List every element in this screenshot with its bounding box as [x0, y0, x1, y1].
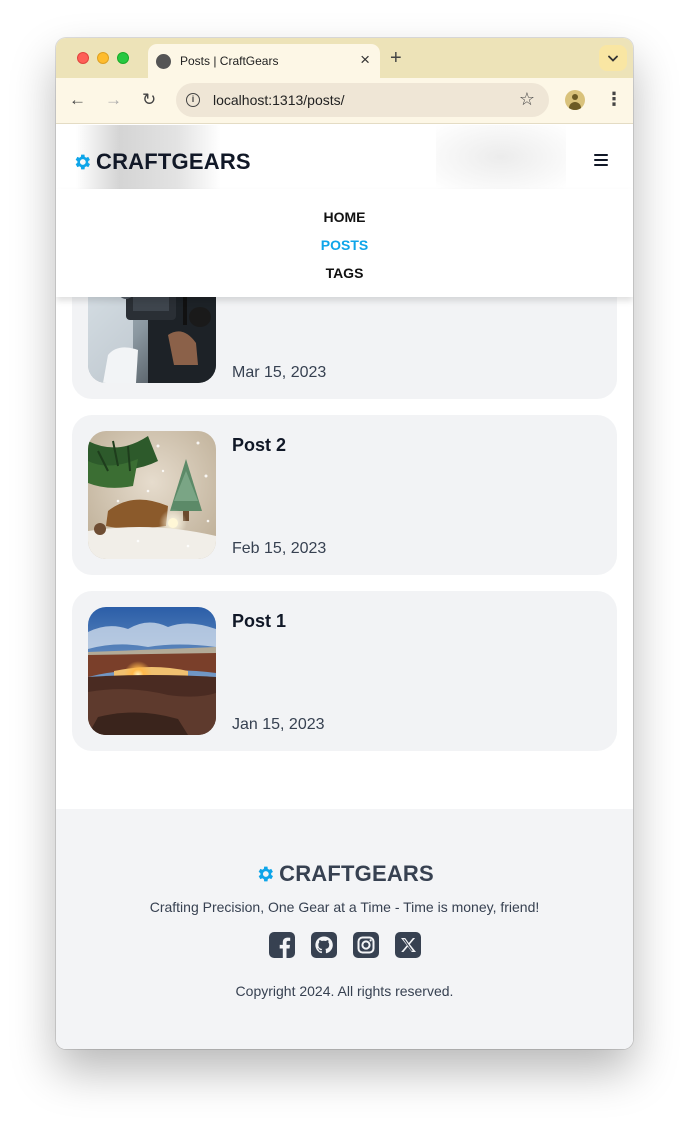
browser-tab[interactable]: Posts | CraftGears ×	[148, 44, 380, 78]
post-card[interactable]: Post 2 Feb 15, 2023	[72, 415, 617, 575]
bookmark-star-icon[interactable]: ☆	[519, 89, 535, 110]
tab-close-icon[interactable]: ×	[360, 50, 370, 70]
nav-tags[interactable]: TAGS	[56, 265, 633, 281]
post-card[interactable]: Post 1 Jan 15, 2023	[72, 591, 617, 751]
tab-search-dropdown-icon[interactable]	[599, 45, 627, 71]
nav-home[interactable]: HOME	[56, 209, 633, 225]
brand-text: CRAFTGEARS	[96, 149, 251, 174]
github-icon[interactable]	[310, 931, 338, 959]
site-info-icon[interactable]: i	[186, 93, 200, 107]
url-text[interactable]: localhost:1313/posts/	[213, 92, 345, 108]
minimize-window-button[interactable]	[97, 52, 109, 64]
header-backdrop-blur	[436, 125, 566, 189]
post-title[interactable]: Post 1	[232, 611, 286, 632]
new-tab-button[interactable]: +	[390, 46, 402, 70]
nav-posts[interactable]: POSTS	[56, 237, 633, 253]
tab-strip: Posts | CraftGears × +	[56, 38, 633, 78]
profile-avatar-icon[interactable]	[565, 90, 585, 110]
address-bar[interactable]: i localhost:1313/posts/ ☆	[176, 83, 549, 117]
gear-icon	[258, 866, 274, 882]
facebook-icon[interactable]	[268, 931, 296, 959]
copyright-text: Copyright 2024. All rights reserved.	[235, 983, 454, 999]
post-title[interactable]: Post 2	[232, 435, 286, 456]
nav-menu: HOME POSTS TAGS	[56, 189, 633, 297]
site-logo[interactable]: CRAFTGEARS	[72, 149, 251, 175]
footer-tagline: Crafting Precision, One Gear at a Time -…	[149, 899, 540, 915]
footer-brand[interactable]: CRAFTGEARS	[56, 861, 633, 887]
reload-button[interactable]: ↻	[142, 90, 156, 110]
footer-brand-text: CRAFTGEARS	[279, 861, 434, 886]
forward-button[interactable]: →	[105, 90, 122, 110]
christmas-tree-photo	[88, 431, 216, 559]
page-viewport: Mar 15, 2023 Post 2 Feb 15, 2023 Post 1 …	[56, 125, 633, 1049]
close-window-button[interactable]	[77, 52, 89, 64]
social-links	[56, 931, 633, 959]
post-date: Feb 15, 2023	[232, 540, 327, 557]
site-header: CRAFTGEARS	[56, 125, 633, 189]
browser-menu-icon[interactable]: ⋮	[605, 89, 623, 109]
browser-toolbar: ← → ↻ i localhost:1313/posts/ ☆ ⋮	[56, 78, 633, 124]
post-thumbnail[interactable]	[88, 607, 216, 735]
post-date: Jan 15, 2023	[232, 716, 325, 733]
gear-icon	[75, 154, 90, 170]
tab-title: Posts | CraftGears	[180, 54, 279, 68]
post-thumbnail[interactable]	[88, 431, 216, 559]
maximize-window-button[interactable]	[117, 52, 129, 64]
post-date: Mar 15, 2023	[232, 364, 327, 381]
site-footer: CRAFTGEARS Crafting Precision, One Gear …	[56, 809, 633, 1049]
favicon-icon	[156, 54, 171, 69]
hamburger-menu-icon[interactable]	[594, 153, 610, 167]
browser-window: Posts | CraftGears × + ← → ↻ i localhost…	[56, 38, 633, 1049]
back-button[interactable]: ←	[69, 90, 86, 110]
instagram-icon[interactable]	[352, 931, 380, 959]
x-icon[interactable]	[394, 931, 422, 959]
mesa-arch-sunset-photo	[88, 607, 216, 735]
